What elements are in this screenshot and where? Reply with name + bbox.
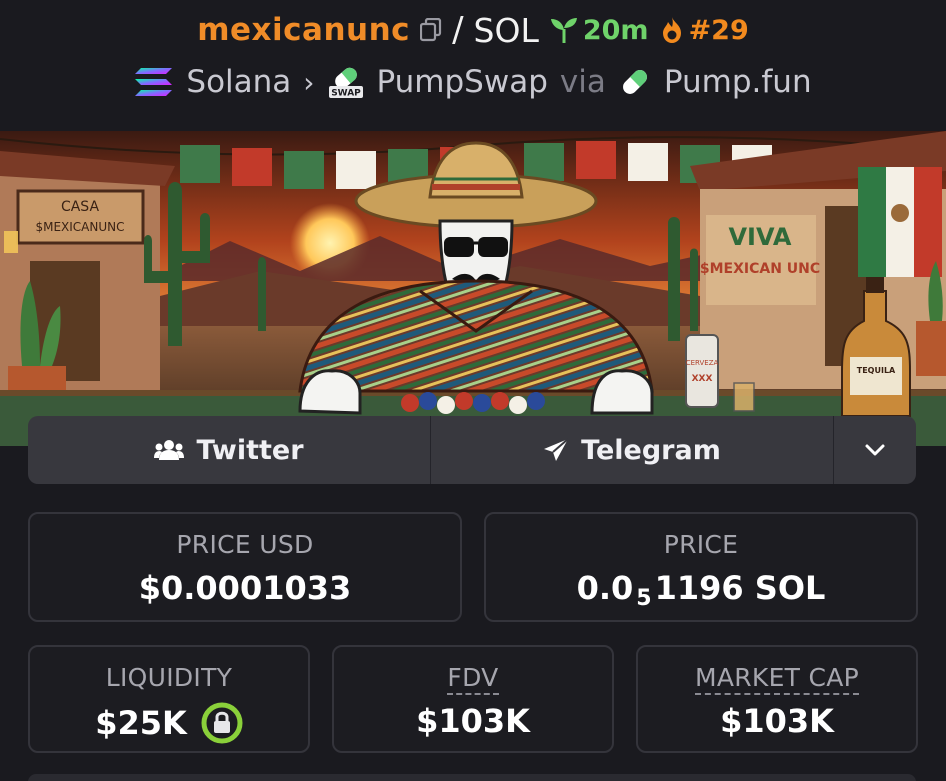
- chevron-down-icon: [865, 444, 885, 456]
- telegram-label: Telegram: [581, 434, 721, 466]
- market-cap-label[interactable]: MARKET CAP: [638, 663, 916, 695]
- fdv-card: FDV $103K: [332, 645, 614, 753]
- launchpad-name[interactable]: Pump.fun: [664, 64, 812, 100]
- users-icon: [154, 440, 185, 460]
- price-native-prefix: 0.0: [576, 569, 634, 607]
- rank-value: #29: [688, 14, 749, 46]
- copy-icon[interactable]: [419, 17, 442, 42]
- age-value: 20m: [582, 14, 649, 46]
- fdv-value: $103K: [416, 702, 530, 740]
- via-label: via: [559, 64, 606, 100]
- fdv-label-text: FDV: [447, 663, 499, 695]
- market-cap-card: MARKET CAP $103K: [636, 645, 918, 753]
- price-native-card: PRICE 0.0 51196 SOL: [484, 512, 918, 622]
- lock-icon[interactable]: [201, 702, 243, 744]
- pair-path: Solana › SWAP PumpSwap via Pump.fun: [0, 60, 946, 104]
- chain-name[interactable]: Solana: [186, 64, 291, 100]
- pill-icon: [622, 70, 647, 94]
- banner-sign-right-1: VIVA: [728, 223, 791, 251]
- twitter-label: Twitter: [196, 434, 304, 466]
- quote-symbol: SOL: [473, 10, 539, 50]
- market-cap-value: $103K: [720, 702, 834, 740]
- next-section-edge: [28, 774, 916, 781]
- token-name[interactable]: mexicanunc: [197, 12, 410, 48]
- trending-rank[interactable]: #29: [659, 15, 749, 46]
- twitter-button[interactable]: Twitter: [28, 416, 431, 484]
- banner-sign-right-2: $MEXICAN UNC: [700, 261, 820, 277]
- liquidity-label: LIQUIDITY: [105, 663, 233, 692]
- chevron-right-icon: ›: [303, 65, 315, 99]
- flame-icon: [662, 17, 681, 43]
- liquidity-card: LIQUIDITY $25K: [28, 645, 310, 753]
- more-links-button[interactable]: [834, 416, 916, 484]
- price-native-label: PRICE: [663, 530, 739, 559]
- liquidity-value: $25K: [95, 704, 187, 742]
- price-usd-value: $0.0001033: [138, 569, 352, 607]
- pumpswap-icon: SWAP: [328, 67, 363, 99]
- price-native-suffix: 1196 SOL: [654, 569, 826, 607]
- banner-can-label-2: XXX: [692, 374, 713, 384]
- price-usd-label: PRICE USD: [176, 530, 314, 559]
- banner-bottle-label: TEQUILA: [857, 366, 896, 375]
- price-native-value: 0.0 51196 SOL: [486, 569, 916, 611]
- dex-name[interactable]: PumpSwap: [377, 64, 548, 100]
- pair-age: 20m: [549, 15, 649, 46]
- banner-can-label-1: CERVEZA: [686, 359, 719, 367]
- solana-icon: [135, 68, 173, 96]
- token-banner-image: CASA $MEXICANUNC VIVA $MEXICAN UNC CERVE…: [0, 131, 946, 446]
- price-native-zero-count: 5: [636, 586, 652, 611]
- banner-sign-left-1: CASA: [61, 199, 99, 215]
- send-icon: [544, 438, 569, 461]
- fdv-label[interactable]: FDV: [334, 663, 612, 695]
- title-row: mexicanunc / SOL 20m #29: [0, 8, 946, 52]
- price-usd-card: PRICE USD $0.0001033: [28, 512, 462, 622]
- pair-separator: /: [452, 10, 464, 50]
- telegram-button[interactable]: Telegram: [431, 416, 834, 484]
- sprout-icon: [550, 18, 577, 43]
- liquidity-value-row: $25K: [30, 702, 308, 744]
- social-links-bar: Twitter Telegram: [28, 416, 916, 484]
- swap-badge-text: SWAP: [331, 89, 361, 99]
- market-cap-label-text: MARKET CAP: [694, 663, 860, 695]
- pair-header: mexicanunc / SOL 20m #29 Solana › SWAP P…: [0, 0, 946, 130]
- banner-sign-left-2: $MEXICANUNC: [35, 220, 124, 234]
